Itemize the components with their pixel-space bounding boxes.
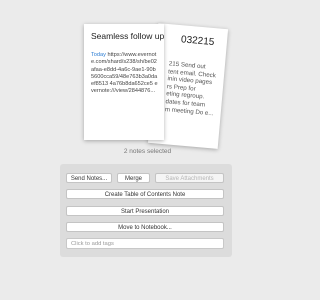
create-toc-note-button[interactable]: Create Table of Contents Note <box>66 189 224 199</box>
note-title: Seamless follow up <box>91 31 164 41</box>
move-to-notebook-button[interactable]: Move to Notebook... <box>66 222 224 232</box>
merge-button[interactable]: Merge <box>117 173 150 183</box>
add-tags-field[interactable]: Click to add tags <box>66 238 224 249</box>
multi-note-selection-view: 032215 215 Send out tent email. Check in… <box>0 0 295 300</box>
save-attachments-button[interactable]: Save Attachments <box>155 173 224 183</box>
note-snippet: https://www.evernote.com/shard/s238/sh/b… <box>91 52 158 95</box>
note-body: Today https://www.evernote.com/shard/s23… <box>91 52 158 96</box>
selected-count-label: 2 notes selected <box>123 148 172 155</box>
start-presentation-button[interactable]: Start Presentation <box>66 206 224 216</box>
send-notes-button[interactable]: Send Notes... <box>66 173 112 183</box>
note-date-label: Today <box>91 52 106 58</box>
note-body: 215 Send out tent email. Check inin vide… <box>165 60 219 117</box>
note-preview-primary[interactable]: Seamless follow up Today https://www.eve… <box>84 24 164 140</box>
note-title: 032215 <box>180 34 215 49</box>
